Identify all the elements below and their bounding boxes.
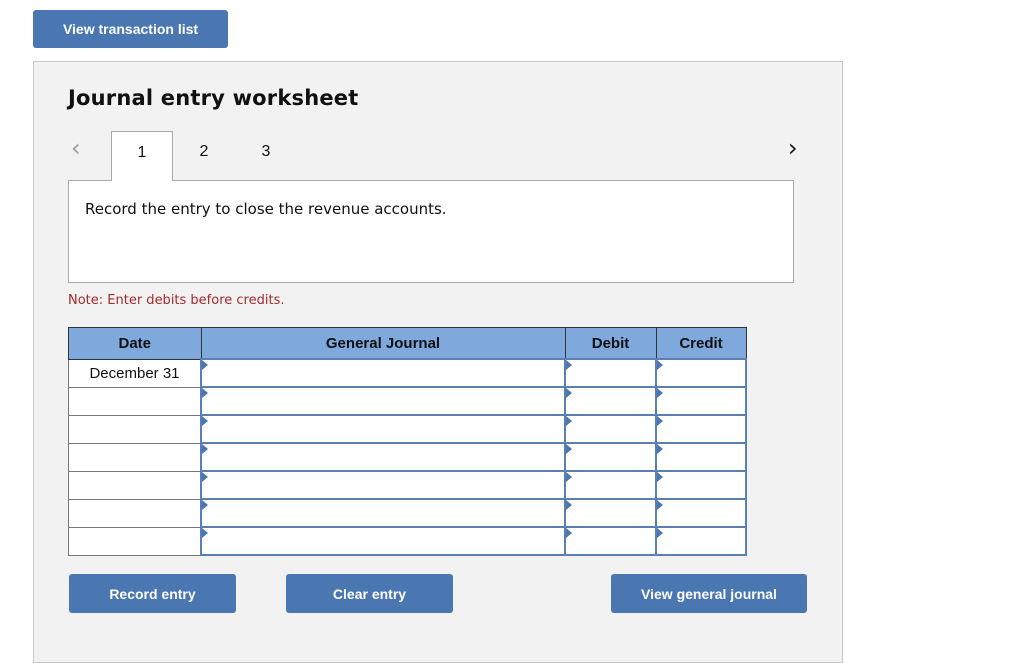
header-general-journal: General Journal [200,327,566,360]
debit-input[interactable] [564,358,657,388]
tab-3[interactable]: 3 [246,131,286,181]
account-input[interactable] [200,358,566,388]
credit-input[interactable] [655,414,747,444]
account-input[interactable] [200,386,566,416]
entry-note: Note: Enter debits before credits. [68,293,285,308]
clear-entry-button[interactable]: Clear entry [286,574,453,613]
table-row [68,442,747,472]
credit-input[interactable] [655,526,747,556]
table-row [68,414,747,444]
date-cell[interactable] [68,498,202,528]
debit-input[interactable] [564,526,657,556]
debit-input[interactable] [564,498,657,528]
entry-prompt: Record the entry to close the revenue ac… [68,180,794,283]
header-credit: Credit [655,327,747,360]
table-row [68,498,747,528]
account-input[interactable] [200,442,566,472]
credit-input[interactable] [655,498,747,528]
table-header-row: Date General Journal Debit Credit [68,327,747,360]
credit-input[interactable] [655,386,747,416]
record-entry-button[interactable]: Record entry [69,574,236,613]
debit-input[interactable] [564,414,657,444]
date-cell[interactable] [68,442,202,472]
credit-input[interactable] [655,470,747,500]
view-general-journal-button[interactable]: View general journal [611,574,807,613]
date-cell[interactable] [68,414,202,444]
view-transaction-list-button[interactable]: View transaction list [33,10,228,48]
chevron-right-icon[interactable]: › [788,134,798,162]
date-cell[interactable] [68,526,202,556]
worksheet-title: Journal entry worksheet [68,86,359,110]
tab-2[interactable]: 2 [184,131,224,181]
date-cell[interactable] [68,386,202,416]
credit-input[interactable] [655,358,747,388]
account-input[interactable] [200,470,566,500]
journal-table: Date General Journal Debit Credit Decemb… [68,327,747,556]
header-date: Date [68,327,202,360]
journal-worksheet-panel: Journal entry worksheet ‹ 1 2 3 › Record… [33,61,843,663]
date-cell[interactable]: December 31 [68,358,202,388]
debit-input[interactable] [564,442,657,472]
debit-input[interactable] [564,470,657,500]
table-row [68,526,747,556]
debit-input[interactable] [564,386,657,416]
account-input[interactable] [200,526,566,556]
chevron-left-icon[interactable]: ‹ [71,134,81,162]
table-row [68,386,747,416]
date-cell[interactable] [68,470,202,500]
account-input[interactable] [200,414,566,444]
tab-1[interactable]: 1 [111,131,173,181]
account-input[interactable] [200,498,566,528]
credit-input[interactable] [655,442,747,472]
table-row [68,470,747,500]
table-row: December 31 [68,358,747,388]
header-debit: Debit [564,327,657,360]
